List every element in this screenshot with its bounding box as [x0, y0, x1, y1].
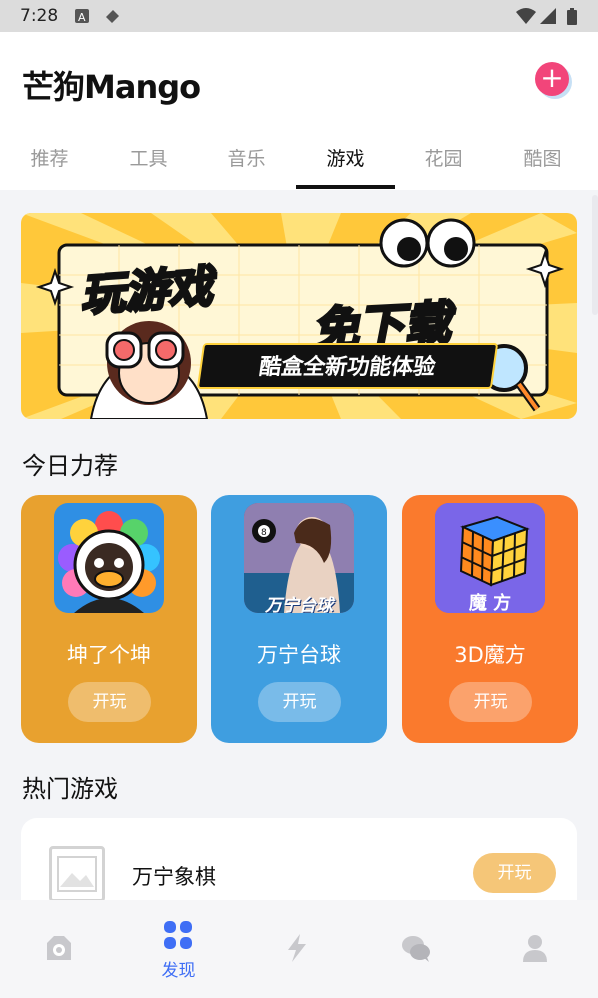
nav-label-discover: 发现 [161, 961, 196, 981]
nav-profile[interactable] [476, 900, 595, 998]
nav-lightning[interactable] [238, 900, 357, 998]
battery-icon [567, 8, 577, 25]
app-header: 芒狗Mango + [0, 32, 598, 130]
game-thumb-cube: 魔 方 [435, 503, 545, 613]
play-button[interactable]: 开玩 [449, 682, 532, 722]
grid-icon [164, 921, 192, 949]
wifi-icon [516, 8, 536, 24]
play-button[interactable]: 开玩 [473, 853, 556, 893]
bottom-nav: 发现 [0, 900, 598, 998]
banner-title-play: 玩游戏 [77, 260, 215, 323]
tab-tools[interactable]: 工具 [99, 144, 198, 171]
placeholder-picture-icon [57, 856, 97, 892]
game-thumb-billiards: 8 万宁台球 [244, 503, 354, 613]
lightning-icon [288, 934, 306, 962]
scrollbar[interactable] [592, 195, 598, 315]
svg-text:8: 8 [261, 528, 267, 538]
status-time: 7:28 [20, 6, 59, 26]
notification-tag-icon [106, 10, 119, 23]
game-card-billiards[interactable]: 8 万宁台球 万宁台球 开玩 [211, 495, 387, 743]
game-card-kun[interactable]: 坤了个坤 开玩 [21, 495, 197, 743]
cube-image-title: 魔 方 [468, 593, 512, 613]
game-name: 万宁台球 [257, 643, 341, 667]
notification-a-icon: A [75, 9, 89, 24]
chat-icon [402, 936, 430, 962]
nav-discover[interactable]: 发现 [119, 900, 238, 998]
app-logo: 芒狗Mango [22, 68, 201, 106]
status-bar: 7:28 A [0, 0, 598, 32]
banner-subtitle: 酷盒全新功能体验 [196, 343, 499, 389]
tab-garden[interactable]: 花园 [394, 144, 493, 171]
add-button[interactable]: + [535, 62, 569, 96]
category-tabs: 推荐 工具 音乐 游戏 花园 酷图 [0, 130, 598, 190]
svg-text:A: A [78, 11, 86, 24]
camera-icon [47, 936, 71, 960]
game-name: 坤了个坤 [67, 643, 151, 667]
game-name: 万宁象棋 [132, 865, 216, 889]
billiards-image-title: 万宁台球 [265, 596, 333, 613]
image-placeholder-icon [49, 846, 105, 902]
play-button[interactable]: 开玩 [258, 682, 341, 722]
tab-recommend[interactable]: 推荐 [0, 144, 99, 171]
tab-music[interactable]: 音乐 [197, 144, 296, 171]
game-name: 3D魔方 [454, 643, 526, 667]
today-picks-title: 今日力荐 [22, 452, 118, 480]
nav-camera[interactable] [0, 900, 119, 998]
signal-icon [540, 8, 556, 24]
nav-chat[interactable] [357, 900, 476, 998]
game-thumb-kun [54, 503, 164, 613]
game-card-cube[interactable]: 魔 方 3D魔方 开玩 [402, 495, 578, 743]
tab-indicator [296, 185, 395, 189]
tab-cool-images[interactable]: 酷图 [493, 144, 592, 171]
play-button[interactable]: 开玩 [68, 682, 151, 722]
person-icon [523, 935, 547, 962]
kun-game-image [58, 511, 160, 613]
hot-games-title: 热门游戏 [22, 775, 118, 803]
tab-games[interactable]: 游戏 [296, 144, 395, 171]
